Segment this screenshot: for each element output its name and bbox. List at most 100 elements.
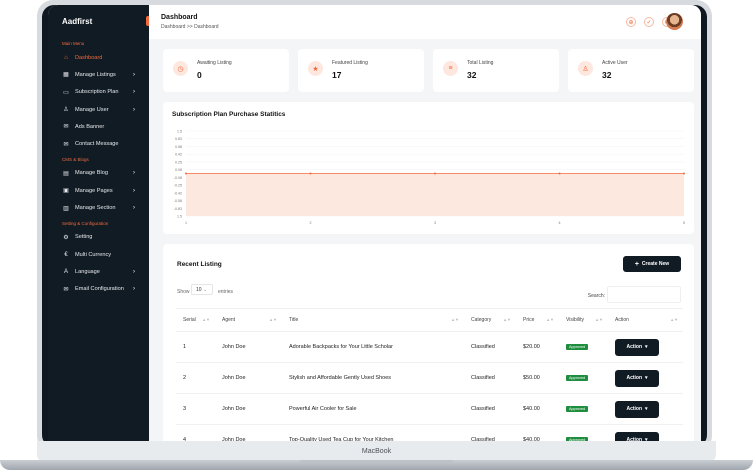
status-badge: Approved bbox=[566, 344, 589, 350]
chevron-right-icon: › bbox=[133, 187, 135, 194]
sidebar-item-email-configuration[interactable]: ✉ Email Configuration › bbox=[48, 281, 149, 298]
y-tick-label: 0.42 bbox=[175, 153, 182, 157]
top-header: Dashboard Dashboard >> Dashboard ⊕ ✓ ⚙ bbox=[149, 5, 701, 39]
column-header-label: Serial bbox=[183, 317, 196, 323]
sidebar-item-manage-section[interactable]: ▥ Manage Section › bbox=[48, 199, 149, 216]
chart-svg: 1.5 0.83 0.58 0.42 0.25 0.08 -0.08 -0.25 -0.42 -0… bbox=[174, 130, 685, 225]
sort-icon: ▲▼ bbox=[202, 317, 210, 322]
cell-agent: John Doe bbox=[215, 424, 282, 442]
cell-agent: John Doe bbox=[215, 393, 282, 425]
x-tick-label: 1 bbox=[185, 221, 187, 225]
sidebar-item-contact-message[interactable]: ✉ Contact Message bbox=[48, 135, 149, 152]
app-screen: Aadfirst Main Menu ⌂ Dashboard ▦ Manage List… bbox=[48, 5, 701, 442]
cell-action: Action ▾ bbox=[608, 393, 683, 425]
user-icon: ♙ bbox=[578, 61, 593, 76]
sort-icon: ▲▼ bbox=[546, 317, 554, 322]
megaphone-icon: ✉ bbox=[63, 124, 69, 131]
section-icon: ▥ bbox=[63, 205, 69, 212]
x-tick-label: 2 bbox=[310, 221, 312, 225]
plus-icon: + bbox=[634, 260, 639, 268]
stat-value: 32 bbox=[467, 70, 477, 80]
card-icon: ▭ bbox=[63, 89, 69, 96]
stat-value: 0 bbox=[197, 70, 202, 80]
column-header-visibility[interactable]: Visibility ▲▼ bbox=[559, 308, 608, 332]
entries-label: entries bbox=[218, 289, 234, 295]
sort-icon: ▲▼ bbox=[451, 317, 459, 322]
search-input[interactable] bbox=[607, 286, 681, 303]
cell-title: Adorable Backpacks for Your Little Schol… bbox=[282, 331, 464, 363]
cell-action: Action ▾ bbox=[608, 331, 683, 363]
column-header-action[interactable]: Action ▲▼ bbox=[608, 308, 683, 332]
caret-down-icon: ▾ bbox=[645, 375, 648, 381]
x-tick-label: 4 bbox=[559, 221, 561, 225]
column-header-label: Price bbox=[523, 317, 535, 323]
y-tick-label: -0.08 bbox=[174, 176, 182, 180]
column-header-category[interactable]: Category ▲▼ bbox=[464, 308, 516, 332]
mail-icon: ✉ bbox=[63, 141, 69, 148]
sidebar-item-manage-listings[interactable]: ▦ Manage Listings › bbox=[48, 66, 149, 83]
sidebar-item-multi-currency[interactable]: € Multi Currency bbox=[48, 246, 149, 263]
data-point bbox=[434, 172, 436, 175]
chevron-right-icon: › bbox=[133, 106, 135, 113]
sidebar-item-manage-blog[interactable]: ▤ Manage Blog › bbox=[48, 165, 149, 182]
sidebar-item-subscription-plan[interactable]: ▭ Subscription Plan › bbox=[48, 84, 149, 101]
sidebar-item-language[interactable]: A Language › bbox=[48, 263, 149, 280]
status-badge: Approved bbox=[566, 375, 589, 381]
sidebar-section-title: CMS & Blogs bbox=[62, 156, 89, 162]
table-row: 3 John Doe Powerful Air Cooler for Sale Cla… bbox=[176, 393, 683, 425]
cell-price: $40.00 bbox=[516, 393, 559, 425]
action-dropdown-button[interactable]: Action ▾ bbox=[615, 400, 659, 418]
cell-title: Powerful Air Cooler for Sale bbox=[282, 393, 464, 425]
cell-price: $40.00 bbox=[516, 424, 559, 442]
action-dropdown-button[interactable]: Action ▾ bbox=[615, 338, 659, 356]
column-header-label: Visibility bbox=[566, 317, 584, 323]
check-circle-icon[interactable]: ✓ bbox=[644, 17, 654, 27]
column-header-label: Title bbox=[289, 317, 299, 323]
column-header-price[interactable]: Price ▲▼ bbox=[516, 308, 559, 332]
chevron-right-icon: › bbox=[133, 205, 135, 212]
chevron-right-icon: › bbox=[133, 268, 135, 275]
stat-card: ♙ Active User 32 bbox=[568, 49, 694, 92]
sidebar-item-ads-banner[interactable]: ✉ Ads Banner bbox=[48, 118, 149, 135]
data-point bbox=[683, 172, 685, 175]
sidebar-item-label: Language bbox=[75, 268, 100, 275]
y-tick-label: -0.83 bbox=[174, 207, 182, 211]
y-tick-label: -0.42 bbox=[174, 191, 182, 195]
y-tick-label: 1.5 bbox=[177, 215, 182, 219]
column-header-title[interactable]: Title ▲▼ bbox=[282, 308, 464, 332]
column-header-label: Agent bbox=[222, 317, 236, 323]
y-tick-label: -0.58 bbox=[174, 199, 182, 203]
sort-icon: ▲▼ bbox=[595, 317, 603, 322]
column-header-agent[interactable]: Agent ▲▼ bbox=[215, 308, 282, 332]
create-new-button[interactable]: + Create New bbox=[623, 256, 681, 272]
table-row: 2 John Doe Stylish and Affordable Gently U… bbox=[176, 362, 683, 394]
sort-icon: ▲▼ bbox=[670, 317, 678, 322]
chevron-right-icon: › bbox=[133, 286, 135, 293]
sidebar-item-manage-user[interactable]: ♙ Manage User › bbox=[48, 101, 149, 118]
clock-icon: ◷ bbox=[173, 61, 188, 76]
sidebar-item-dashboard[interactable]: ⌂ Dashboard bbox=[48, 49, 149, 66]
series-area bbox=[186, 173, 684, 216]
user-icon: ♙ bbox=[63, 107, 69, 114]
sidebar-item-label: Manage Blog bbox=[75, 170, 108, 177]
sidebar-item-label: Email Configuration bbox=[75, 286, 124, 293]
entries-select[interactable]: 10 ⌄ bbox=[191, 284, 213, 295]
cell-serial: 1 bbox=[176, 331, 215, 363]
gear-icon: ⚙ bbox=[63, 234, 69, 241]
search-label: Search: bbox=[587, 293, 605, 299]
chevron-right-icon: › bbox=[133, 170, 135, 177]
avatar[interactable] bbox=[666, 13, 683, 30]
action-dropdown-button[interactable]: Action ▾ bbox=[615, 369, 659, 387]
cell-visibility: Approved bbox=[559, 393, 608, 425]
y-tick-label: 1.5 bbox=[177, 130, 182, 134]
globe-icon[interactable]: ⊕ bbox=[626, 17, 636, 27]
cell-action: Action ▾ bbox=[608, 362, 683, 394]
column-header-serial[interactable]: Serial ▲▼ bbox=[176, 308, 215, 332]
stat-label: Total Listing bbox=[467, 60, 494, 66]
table-row: 1 John Doe Adorable Backpacks for Your Lit… bbox=[176, 331, 683, 363]
sidebar-item-manage-pages[interactable]: ▣ Manage Pages › bbox=[48, 182, 149, 199]
stat-label: Active User bbox=[602, 60, 628, 66]
sidebar-item-label: Manage User bbox=[75, 106, 109, 113]
sidebar-item-setting[interactable]: ⚙ Setting bbox=[48, 229, 149, 246]
cell-category: Classified bbox=[464, 393, 516, 425]
